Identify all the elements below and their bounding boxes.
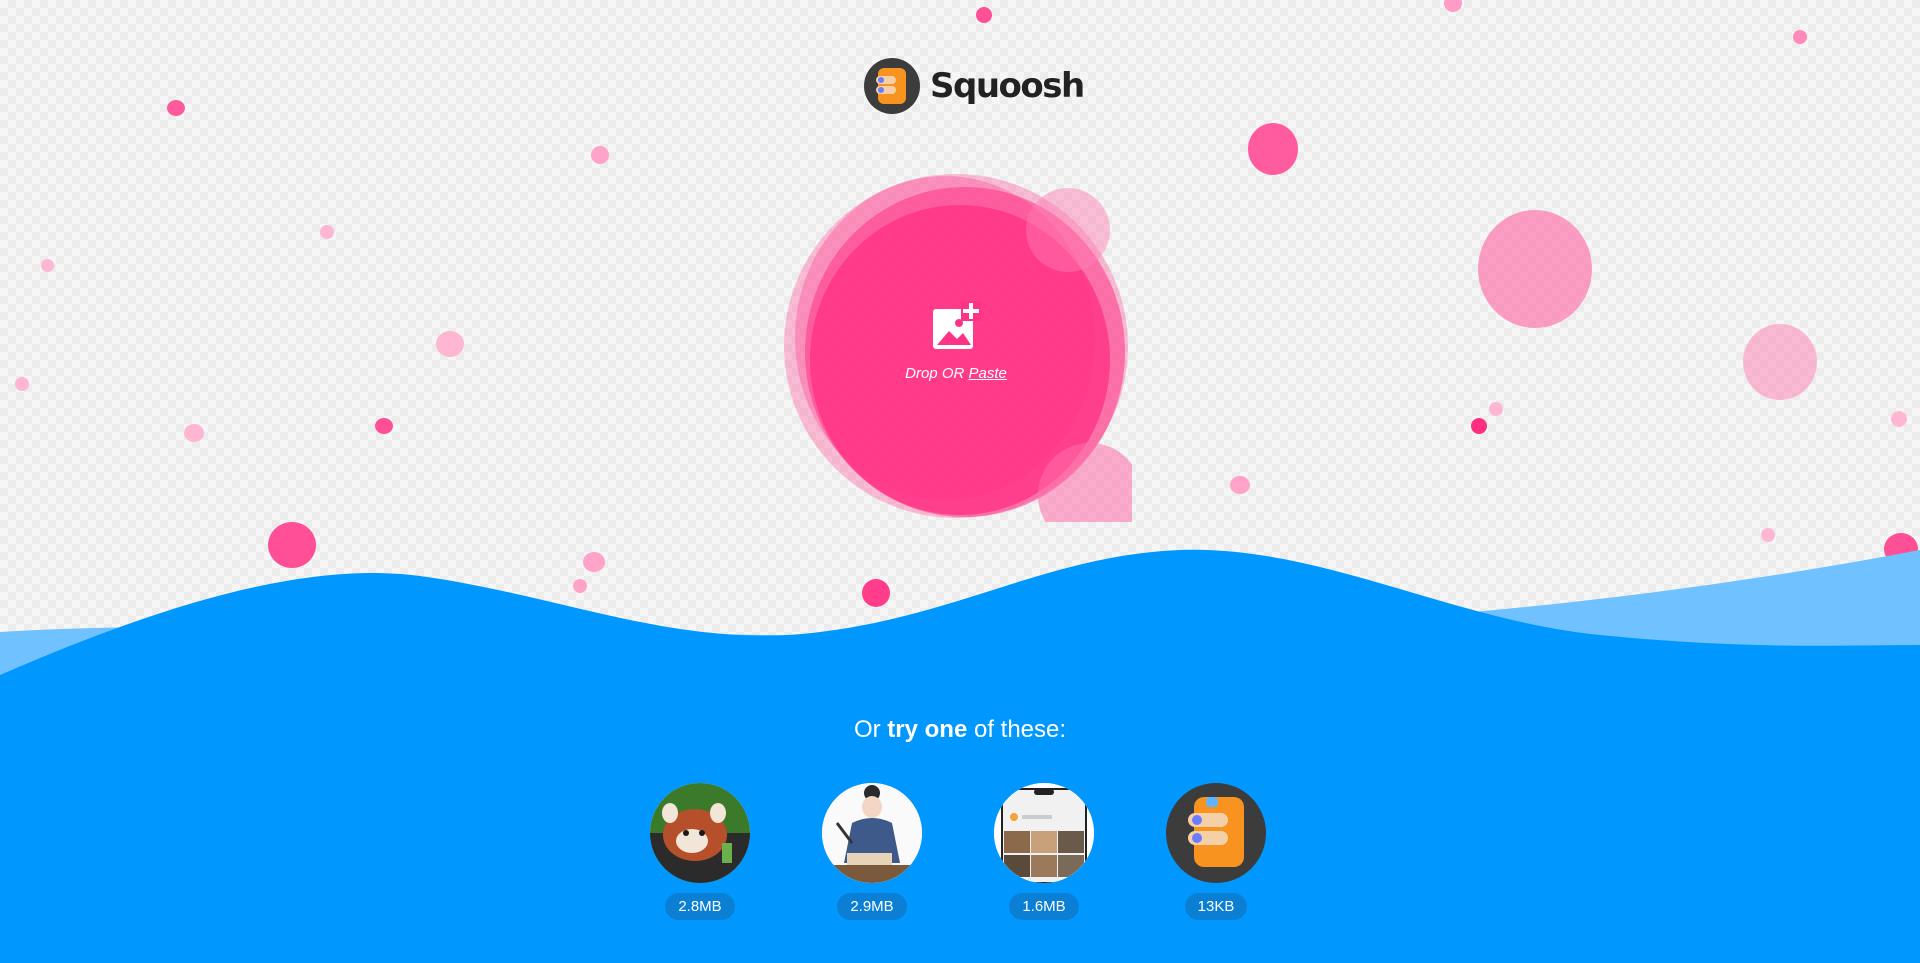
demo-list: 2.8MB 2.9MB 1.6MB 13KB	[650, 783, 1266, 920]
demo-heading: Or try one of these:	[853, 716, 1067, 743]
artwork-thumbnail[interactable]	[822, 783, 922, 883]
decor-blob	[41, 259, 54, 272]
drop-instructions: Drop OR Paste	[905, 365, 1007, 382]
decor-blob	[1248, 123, 1298, 175]
file-drop-zone[interactable]: Drop OR Paste	[780, 160, 1132, 522]
app-logo: Squoosh	[864, 58, 1085, 114]
decor-blob	[1230, 476, 1250, 494]
file-size-badge: 2.8MB	[665, 893, 735, 920]
decor-blob	[1471, 418, 1487, 434]
decor-blob	[1489, 402, 1503, 416]
app-title: Squoosh	[930, 66, 1085, 106]
decor-blob	[167, 100, 185, 116]
add-image-icon	[933, 300, 981, 349]
decor-blob	[375, 418, 393, 434]
file-size-badge: 2.9MB	[837, 893, 907, 920]
decor-blob	[1444, 0, 1462, 12]
file-size-badge: 1.6MB	[1009, 893, 1079, 920]
decor-blob	[591, 146, 609, 164]
decor-blob	[184, 424, 204, 442]
decor-blob	[15, 377, 29, 391]
logo-thumbnail[interactable]	[1166, 783, 1266, 883]
file-size-badge: 13KB	[1184, 893, 1248, 920]
device-screen-thumbnail[interactable]	[994, 783, 1094, 883]
drop-label: Drop OR	[905, 364, 965, 382]
red-panda-thumbnail[interactable]	[650, 783, 750, 883]
demo-item[interactable]: 2.9MB	[822, 783, 922, 920]
squoosh-logo-icon	[864, 58, 920, 114]
paste-link[interactable]: Paste	[969, 365, 1007, 382]
demo-item[interactable]: 1.6MB	[994, 783, 1094, 920]
decor-blob	[1743, 324, 1817, 400]
drop-zone-content: Drop OR Paste	[780, 160, 1132, 522]
wave-decoration	[0, 549, 1920, 680]
demo-item[interactable]: 13KB	[1166, 783, 1266, 920]
decor-blob	[976, 7, 992, 23]
decor-blob	[1793, 30, 1807, 44]
demo-item[interactable]: 2.8MB	[650, 783, 750, 920]
decor-blob	[436, 331, 464, 357]
decor-blob	[1478, 210, 1592, 328]
decor-blob	[320, 225, 334, 239]
decor-blob	[1891, 411, 1907, 427]
